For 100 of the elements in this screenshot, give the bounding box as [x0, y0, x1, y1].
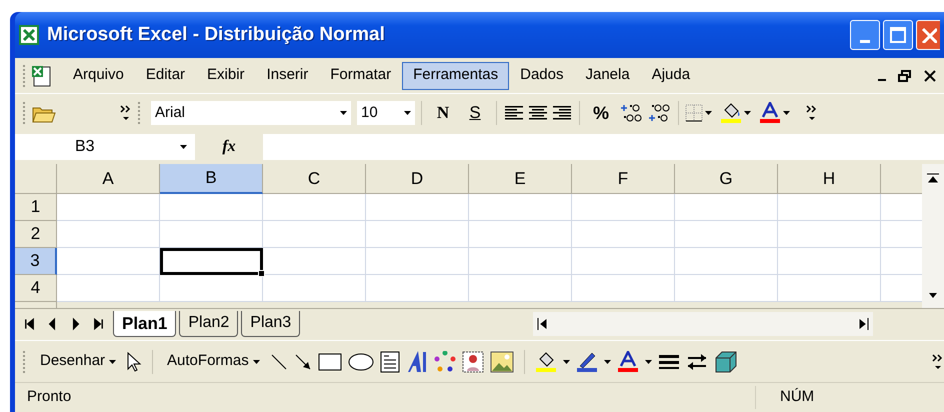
menu-item[interactable]: Ajuda	[640, 62, 702, 90]
wordart-icon[interactable]	[406, 350, 428, 374]
font-size-field[interactable]: 10	[357, 101, 415, 125]
font-color-icon[interactable]	[759, 102, 781, 124]
table-cell[interactable]	[881, 221, 922, 248]
scroll-left-icon[interactable]	[537, 316, 550, 330]
column-header[interactable]: E	[469, 164, 572, 194]
table-cell[interactable]	[57, 194, 160, 221]
row-header[interactable]: 1	[15, 194, 57, 221]
caret-icon[interactable]	[562, 360, 570, 364]
cube-icon[interactable]	[714, 350, 738, 374]
caret-icon[interactable]	[180, 145, 187, 149]
table-cell[interactable]	[881, 275, 922, 302]
column-header[interactable]: C	[263, 164, 366, 194]
table-cell[interactable]	[469, 248, 572, 275]
font-field[interactable]: Arial	[151, 101, 351, 125]
function-label[interactable]: fx	[199, 135, 259, 159]
table-cell[interactable]	[675, 194, 778, 221]
percent-button[interactable]: %	[586, 100, 616, 126]
caret-icon[interactable]	[644, 360, 652, 364]
table-cell[interactable]	[366, 275, 469, 302]
autoshapes-menu[interactable]: AutoFormas	[163, 350, 264, 373]
table-cell[interactable]	[881, 194, 922, 221]
table-cell[interactable]	[366, 194, 469, 221]
table-cell[interactable]	[160, 275, 263, 302]
name-box[interactable]: B3	[15, 134, 195, 160]
menu-item[interactable]: Formatar	[319, 62, 402, 90]
caret-icon[interactable]	[604, 360, 611, 364]
pointer-icon[interactable]	[126, 352, 142, 372]
font-color-icon[interactable]	[616, 350, 639, 372]
minimize-icon[interactable]	[878, 78, 886, 80]
table-cell[interactable]	[778, 248, 881, 275]
decrease-decimal-icon[interactable]	[646, 103, 672, 123]
line-style-icon[interactable]	[658, 352, 680, 370]
row-header[interactable]: 2	[15, 221, 57, 248]
caret-icon[interactable]	[744, 111, 751, 115]
clip-art-icon[interactable]	[462, 350, 484, 372]
vertical-scrollbar[interactable]	[922, 164, 944, 308]
fill-handle[interactable]	[258, 270, 265, 277]
table-cell[interactable]	[57, 275, 160, 302]
draw-menu[interactable]: Desenhar	[36, 350, 120, 373]
chevron-icon[interactable]	[806, 103, 818, 123]
table-cell[interactable]	[778, 275, 881, 302]
column-header[interactable]: F	[572, 164, 675, 194]
bold-button[interactable]: N	[428, 100, 458, 126]
increase-decimal-icon[interactable]	[618, 103, 644, 123]
oval-icon[interactable]	[348, 352, 374, 372]
chevron-icon[interactable]	[120, 103, 132, 123]
caret-icon[interactable]	[404, 111, 411, 115]
close-icon[interactable]	[924, 70, 936, 82]
table-cell[interactable]	[57, 221, 160, 248]
table-cell[interactable]	[778, 194, 881, 221]
table-cell[interactable]	[263, 248, 366, 275]
minimize-button[interactable]	[850, 20, 880, 50]
row-header[interactable]: 3	[15, 248, 57, 275]
last-sheet-icon[interactable]	[92, 316, 105, 330]
underline-button[interactable]: S	[460, 100, 490, 126]
menu-item[interactable]: Inserir	[256, 62, 320, 90]
table-cell[interactable]	[881, 248, 922, 275]
row-header[interactable]: 4	[15, 275, 57, 302]
menu-item[interactable]: Arquivo	[62, 62, 135, 90]
table-cell[interactable]	[263, 194, 366, 221]
table-cell[interactable]	[469, 194, 572, 221]
column-header[interactable]: B	[160, 164, 263, 194]
menu-item[interactable]: Dados	[509, 62, 574, 90]
column-header[interactable]: A	[57, 164, 160, 194]
align-center-icon[interactable]	[527, 105, 549, 121]
table-cell[interactable]	[160, 194, 263, 221]
table-cell[interactable]	[366, 248, 469, 275]
column-header[interactable]: G	[675, 164, 778, 194]
table-cell[interactable]	[57, 248, 160, 275]
sheet-tab[interactable]: Plan3	[241, 310, 300, 336]
column-header[interactable]: D	[366, 164, 469, 194]
table-cell[interactable]	[572, 194, 675, 221]
align-left-icon[interactable]	[503, 105, 525, 121]
close-button[interactable]	[916, 20, 940, 50]
restore-icon[interactable]	[898, 70, 912, 82]
sheet-tab[interactable]: Plan2	[179, 310, 238, 336]
diagram-icon[interactable]	[434, 350, 456, 372]
table-cell[interactable]	[675, 275, 778, 302]
table-cell[interactable]	[469, 221, 572, 248]
table-cell[interactable]	[469, 275, 572, 302]
fill-bucket-icon[interactable]	[534, 350, 557, 372]
caret-icon[interactable]	[783, 111, 790, 115]
table-cell[interactable]	[675, 248, 778, 275]
sheet-tab[interactable]: Plan1	[113, 310, 176, 336]
caret-icon[interactable]	[252, 360, 260, 364]
caret-icon[interactable]	[340, 111, 347, 115]
table-cell[interactable]	[572, 248, 675, 275]
table-cell[interactable]	[160, 221, 263, 248]
table-cell[interactable]	[778, 221, 881, 248]
column-header[interactable]: H	[778, 164, 881, 194]
pen-icon[interactable]	[576, 350, 598, 372]
chevron-icon[interactable]	[932, 352, 944, 372]
borders-icon[interactable]	[685, 104, 703, 122]
table-cell[interactable]	[263, 275, 366, 302]
caret-icon[interactable]	[109, 360, 116, 364]
fill-bucket-icon[interactable]	[720, 102, 742, 124]
line-icon[interactable]	[270, 352, 288, 370]
text-box-icon[interactable]	[380, 350, 400, 372]
